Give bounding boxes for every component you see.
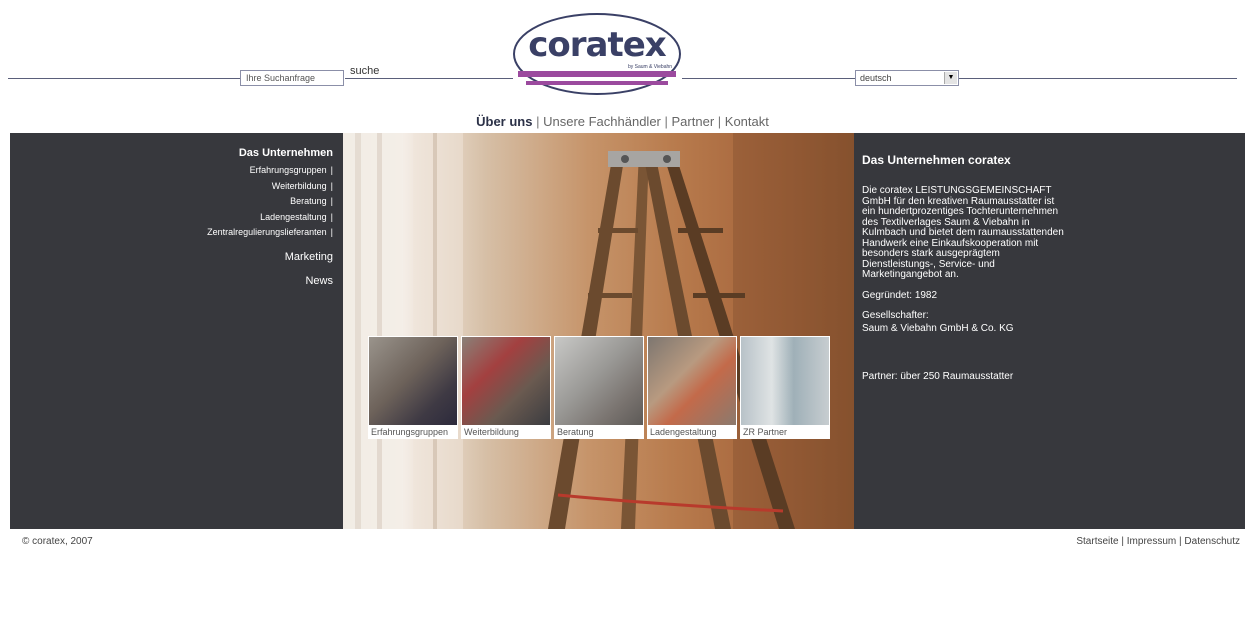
founded-text: Gegründet: 1982: [862, 289, 938, 301]
copyright: © coratex, 2007: [22, 536, 93, 547]
sidebar-heading[interactable]: Das Unternehmen: [207, 147, 333, 159]
thumbnail-weiterbildung[interactable]: Weiterbildung: [461, 336, 551, 439]
thumbnail-ladengestaltung[interactable]: Ladengestaltung: [647, 336, 737, 439]
nav-partner[interactable]: Partner: [672, 114, 715, 129]
search-button[interactable]: suche: [350, 65, 379, 77]
sidebar-item-news[interactable]: News: [207, 275, 333, 287]
sidebar-item-beratung[interactable]: Beratung |: [207, 194, 333, 210]
footer-links: Startseite | Impressum | Datenschutz: [1076, 536, 1240, 547]
nav-fachhaendler[interactable]: Unsere Fachhändler: [543, 114, 661, 129]
shareholder-label: Gesellschafter:: [862, 310, 929, 321]
language-value: deutsch: [860, 73, 892, 83]
sidebar: Das Unternehmen Erfahrungsgruppen | Weite…: [10, 133, 343, 529]
footer-link-datenschutz[interactable]: Datenschutz: [1184, 536, 1240, 547]
logo-tagline: by Saum & Viebahn: [628, 64, 672, 70]
thumbnail-zr-partner[interactable]: ZR Partner: [740, 336, 830, 439]
content-panel: Das Unternehmen coratex Die coratex LEIS…: [854, 133, 1245, 529]
header-rule-right-b: [959, 78, 1237, 79]
header-rule-mid: [345, 78, 513, 79]
sidebar-item-erfahrungsgruppen[interactable]: Erfahrungsgruppen |: [207, 163, 333, 179]
sidebar-nav: Das Unternehmen Erfahrungsgruppen | Weite…: [207, 147, 333, 287]
nav-kontakt[interactable]: Kontakt: [725, 114, 769, 129]
language-select[interactable]: deutsch ▼: [855, 70, 959, 86]
nav-ueber-uns[interactable]: Über uns: [476, 114, 532, 129]
sidebar-item-zentralregulierung[interactable]: Zentralregulierungslieferanten |: [207, 225, 333, 241]
content-text: Das Unternehmen coratex Die coratex LEIS…: [862, 152, 1067, 393]
top-navigation: Über uns | Unsere Fachhändler | Partner …: [476, 114, 769, 129]
thumbnail-erfahrungsgruppen[interactable]: Erfahrungsgruppen: [368, 336, 458, 439]
footer-link-impressum[interactable]: Impressum: [1127, 536, 1176, 547]
sidebar-item-marketing[interactable]: Marketing: [207, 251, 333, 263]
page-title: Das Unternehmen coratex: [862, 153, 1011, 167]
ladder-illustration: [343, 133, 854, 529]
logo-wordmark: coratex: [528, 25, 667, 65]
footer-link-startseite[interactable]: Startseite: [1076, 536, 1118, 547]
hero-image: Erfahrungsgruppen Weiterbildung Beratung…: [343, 133, 854, 529]
coratex-logo[interactable]: coratex by Saum & Viebahn: [512, 12, 682, 96]
company-description: Die coratex LEISTUNGSGEMEINSCHAFT GmbH f…: [862, 185, 1064, 280]
sidebar-item-ladengestaltung[interactable]: Ladengestaltung |: [207, 210, 333, 226]
sidebar-item-weiterbildung[interactable]: Weiterbildung |: [207, 179, 333, 195]
thumbnail-beratung[interactable]: Beratung: [554, 336, 644, 439]
header-rule-right-a: [682, 78, 855, 79]
search-input[interactable]: Ihre Suchanfrage: [240, 70, 344, 86]
chevron-down-icon[interactable]: ▼: [944, 72, 957, 84]
header-rule-left: [8, 78, 240, 79]
partners-text: Partner: über 250 Raumausstatter: [862, 371, 1014, 382]
shareholder-name: Saum & Viebahn GmbH & Co. KG: [862, 322, 1014, 334]
